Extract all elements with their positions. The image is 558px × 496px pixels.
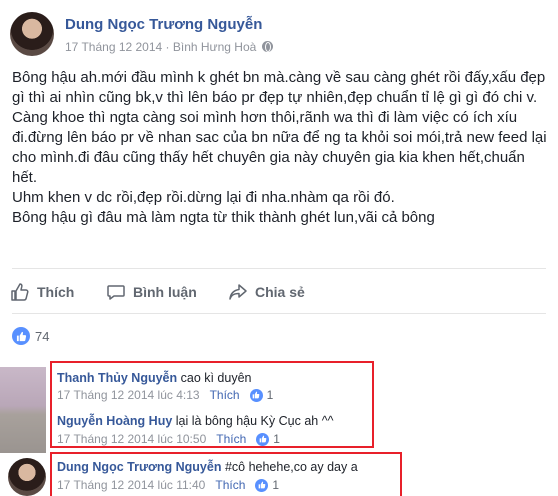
comment-author-avatar[interactable] [8,458,46,496]
comment-icon [107,285,125,300]
globe-icon[interactable] [262,41,274,53]
thumbs-up-icon [11,283,29,301]
like-button-label: Thích [37,284,75,300]
reaction-count: 74 [35,328,50,344]
like-reaction-icon [12,327,30,345]
post-date[interactable]: 17 Tháng 12 2014 [65,40,162,54]
meta-separator: · [162,39,173,54]
comment-button[interactable]: Bình luận [106,278,197,306]
post-paragraph: Uhm khen v dc rồi,đẹp rồi.dừng lại đi nh… [12,189,395,206]
comment-author-avatar[interactable] [0,367,46,453]
highlight-box [50,452,402,496]
share-button[interactable]: Chia sẻ [228,278,305,306]
share-icon [229,284,247,300]
highlight-box [50,361,374,448]
author-avatar[interactable] [10,12,54,56]
post-meta: 17 Tháng 12 2014 · Bình Hưng Hoà [65,39,274,54]
divider [12,268,546,269]
divider [12,313,546,314]
post-paragraph: Bông hậu ah.mới đầu mình k ghét bn mà.cà… [12,69,546,106]
post-body: Bông hậu ah.mới đầu mình k ghét bn mà.cà… [12,68,552,228]
post-paragraph: Bông hậu gì đâu mà làm ngta từ thik thàn… [12,209,435,226]
like-button[interactable]: Thích [10,278,74,306]
reactions-summary[interactable]: 74 [12,326,49,346]
post-paragraph: Càng khoe thì ngta càng soi mình hơn thô… [12,109,547,186]
post-author-name[interactable]: Dung Ngọc Trương Nguyễn [65,16,262,33]
comment-button-label: Bình luận [133,284,197,300]
share-button-label: Chia sẻ [255,284,305,300]
post-location[interactable]: Bình Hưng Hoà [173,40,256,54]
post-actions: Thích Bình luận Chia sẻ [10,278,550,306]
post-header: Dung Ngọc Trương Nguyễn 17 Tháng 12 2014… [10,12,550,60]
